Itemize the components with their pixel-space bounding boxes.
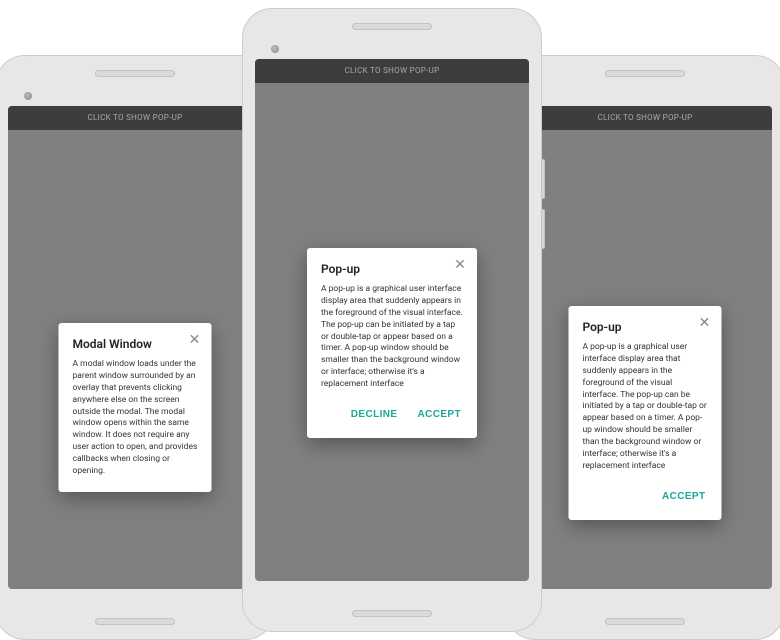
camera-icon: [271, 45, 279, 53]
card-title: Modal Window: [73, 337, 198, 351]
card-body: A pop-up is a graphical user interface d…: [321, 284, 463, 391]
phone-screen-right: CLICK TO SHOW POP-UP ✕ Pop-up A pop-up i…: [518, 106, 772, 589]
phone-frame-right: CLICK TO SHOW POP-UP ✕ Pop-up A pop-up i…: [505, 55, 780, 640]
card-actions: ACCEPT: [583, 487, 708, 506]
card-actions: DECLINE ACCEPT: [321, 405, 463, 424]
speaker-icon: [352, 610, 432, 617]
speaker-icon: [95, 618, 175, 625]
popup-card: ✕ Pop-up A pop-up is a graphical user in…: [307, 248, 477, 438]
decline-button[interactable]: DECLINE: [349, 405, 400, 424]
card-title: Pop-up: [583, 320, 708, 334]
card-title: Pop-up: [321, 262, 463, 276]
side-buttons: [541, 159, 545, 259]
phone-screen-left: CLICK TO SHOW POP-UP ✕ Modal Window A mo…: [8, 106, 262, 589]
speaker-icon: [605, 618, 685, 625]
modal-window-card: ✕ Modal Window A modal window loads unde…: [59, 323, 212, 492]
speaker-icon: [605, 70, 685, 77]
show-popup-bar[interactable]: CLICK TO SHOW POP-UP: [518, 106, 772, 130]
close-icon[interactable]: ✕: [453, 258, 467, 272]
phone-frame-center: CLICK TO SHOW POP-UP ✕ Pop-up A pop-up i…: [242, 8, 542, 632]
close-icon[interactable]: ✕: [188, 333, 202, 347]
accept-button[interactable]: ACCEPT: [660, 487, 708, 506]
phone-screen-center: CLICK TO SHOW POP-UP ✕ Pop-up A pop-up i…: [255, 59, 529, 581]
speaker-icon: [95, 70, 175, 77]
card-body: A modal window loads under the parent wi…: [73, 359, 198, 478]
camera-icon: [24, 92, 32, 100]
close-icon[interactable]: ✕: [698, 316, 712, 330]
volume-up-button: [541, 159, 545, 199]
speaker-icon: [352, 23, 432, 30]
card-body: A pop-up is a graphical user interface d…: [583, 342, 708, 473]
show-popup-bar[interactable]: CLICK TO SHOW POP-UP: [255, 59, 529, 83]
accept-button[interactable]: ACCEPT: [415, 405, 463, 424]
phone-frame-left: CLICK TO SHOW POP-UP ✕ Modal Window A mo…: [0, 55, 275, 640]
volume-down-button: [541, 209, 545, 249]
popup-card: ✕ Pop-up A pop-up is a graphical user in…: [569, 306, 722, 520]
show-popup-bar[interactable]: CLICK TO SHOW POP-UP: [8, 106, 262, 130]
